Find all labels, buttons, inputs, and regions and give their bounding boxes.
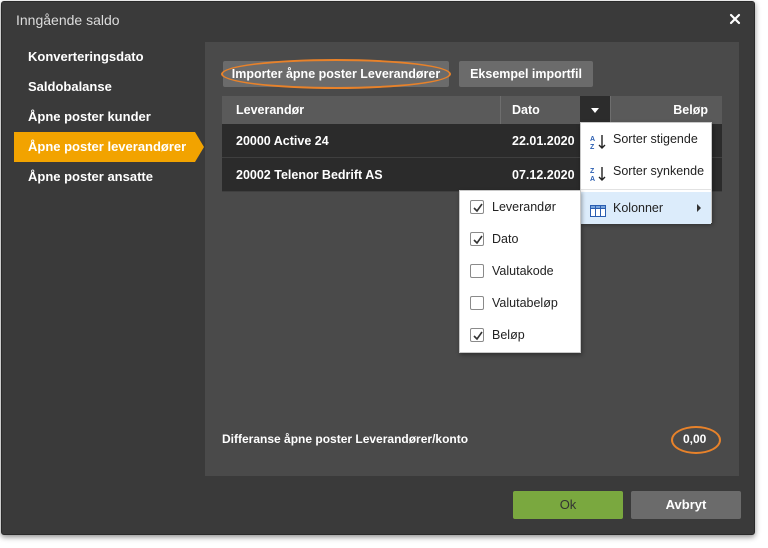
column-menu-button[interactable] xyxy=(580,96,610,124)
column-toggle-label: Dato xyxy=(492,232,519,246)
difference-value: 0,00 xyxy=(683,432,707,446)
column-toggle-label: Beløp xyxy=(492,328,525,342)
cell-date: 07.12.2020 xyxy=(512,168,575,182)
close-icon[interactable] xyxy=(726,10,744,28)
menu-item-sort-ascending[interactable]: A Z Sorter stigende xyxy=(581,123,711,155)
ok-button[interactable]: Ok xyxy=(513,491,623,519)
cell-supplier: 20000 Active 24 xyxy=(236,134,329,148)
example-file-button[interactable]: Eksempel importfil xyxy=(459,61,593,87)
difference-label: Differanse åpne poster Leverandører/kont… xyxy=(222,432,469,446)
column-toggle-valutakode[interactable]: Valutakode xyxy=(460,255,580,287)
menu-item-label: Sorter stigende xyxy=(613,132,698,146)
menu-item-label: Sorter synkende xyxy=(613,164,705,178)
sidebar-item-apne-poster-leverandorer[interactable]: Åpne poster leverandører xyxy=(14,132,204,162)
cell-supplier: 20002 Telenor Bedrift AS xyxy=(236,168,383,182)
checkbox[interactable] xyxy=(470,264,484,278)
sidebar-item-apne-poster-kunder[interactable]: Åpne poster kunder xyxy=(2,102,202,132)
column-toggle-belop[interactable]: Beløp xyxy=(460,319,580,351)
dialog: Inngående saldo Konverteringsdato Saldob… xyxy=(1,1,755,535)
checkbox[interactable] xyxy=(470,296,484,310)
column-toggle-valutabelop[interactable]: Valutabeløp xyxy=(460,287,580,319)
column-header-belop[interactable]: Beløp xyxy=(673,96,708,124)
column-toggle-label: Leverandør xyxy=(492,200,556,214)
column-divider xyxy=(610,96,611,124)
sort-ascending-icon: A Z xyxy=(589,131,607,151)
sort-descending-icon: Z A xyxy=(589,163,607,183)
title-bar: Inngående saldo xyxy=(2,2,754,38)
checkbox[interactable] xyxy=(470,200,484,214)
menu-item-sort-descending[interactable]: Z A Sorter synkende xyxy=(581,155,711,187)
sidebar-item-konverteringsdato[interactable]: Konverteringsdato xyxy=(2,42,202,72)
grid-header: Leverandør Dato Beløp xyxy=(222,96,722,124)
sidebar-item-apne-poster-ansatte[interactable]: Åpne poster ansatte xyxy=(2,162,202,192)
columns-icon xyxy=(589,200,607,218)
import-button[interactable]: Importer åpne poster Leverandører xyxy=(223,61,449,87)
sidebar-item-saldobalanse[interactable]: Saldobalanse xyxy=(2,72,202,102)
svg-text:Z: Z xyxy=(590,168,595,175)
svg-text:A: A xyxy=(590,136,595,143)
svg-text:Z: Z xyxy=(590,144,595,151)
column-context-menu: A Z Sorter stigende Z A Sorter synkende … xyxy=(580,122,712,224)
columns-submenu: Leverandør Dato Valutakode Valutabeløp B… xyxy=(459,190,581,353)
column-toggle-label: Valutabeløp xyxy=(492,296,558,310)
menu-item-columns[interactable]: Kolonner xyxy=(581,192,711,224)
svg-text:A: A xyxy=(590,176,595,183)
dialog-title: Inngående saldo xyxy=(16,12,120,28)
cell-date: 22.01.2020 xyxy=(512,134,575,148)
column-divider xyxy=(500,96,501,124)
menu-divider xyxy=(581,189,711,190)
column-toggle-dato[interactable]: Dato xyxy=(460,223,580,255)
sidebar-nav: Konverteringsdato Saldobalanse Åpne post… xyxy=(2,42,204,192)
chevron-right-icon xyxy=(697,204,701,212)
column-toggle-label: Valutakode xyxy=(492,264,554,278)
menu-item-label: Kolonner xyxy=(613,201,664,215)
cancel-button[interactable]: Avbryt xyxy=(631,491,741,519)
checkbox[interactable] xyxy=(470,328,484,342)
column-toggle-leverandor[interactable]: Leverandør xyxy=(460,191,580,223)
column-header-dato[interactable]: Dato xyxy=(512,96,540,124)
column-header-leverandor[interactable]: Leverandør xyxy=(236,96,304,124)
checkbox[interactable] xyxy=(470,232,484,246)
